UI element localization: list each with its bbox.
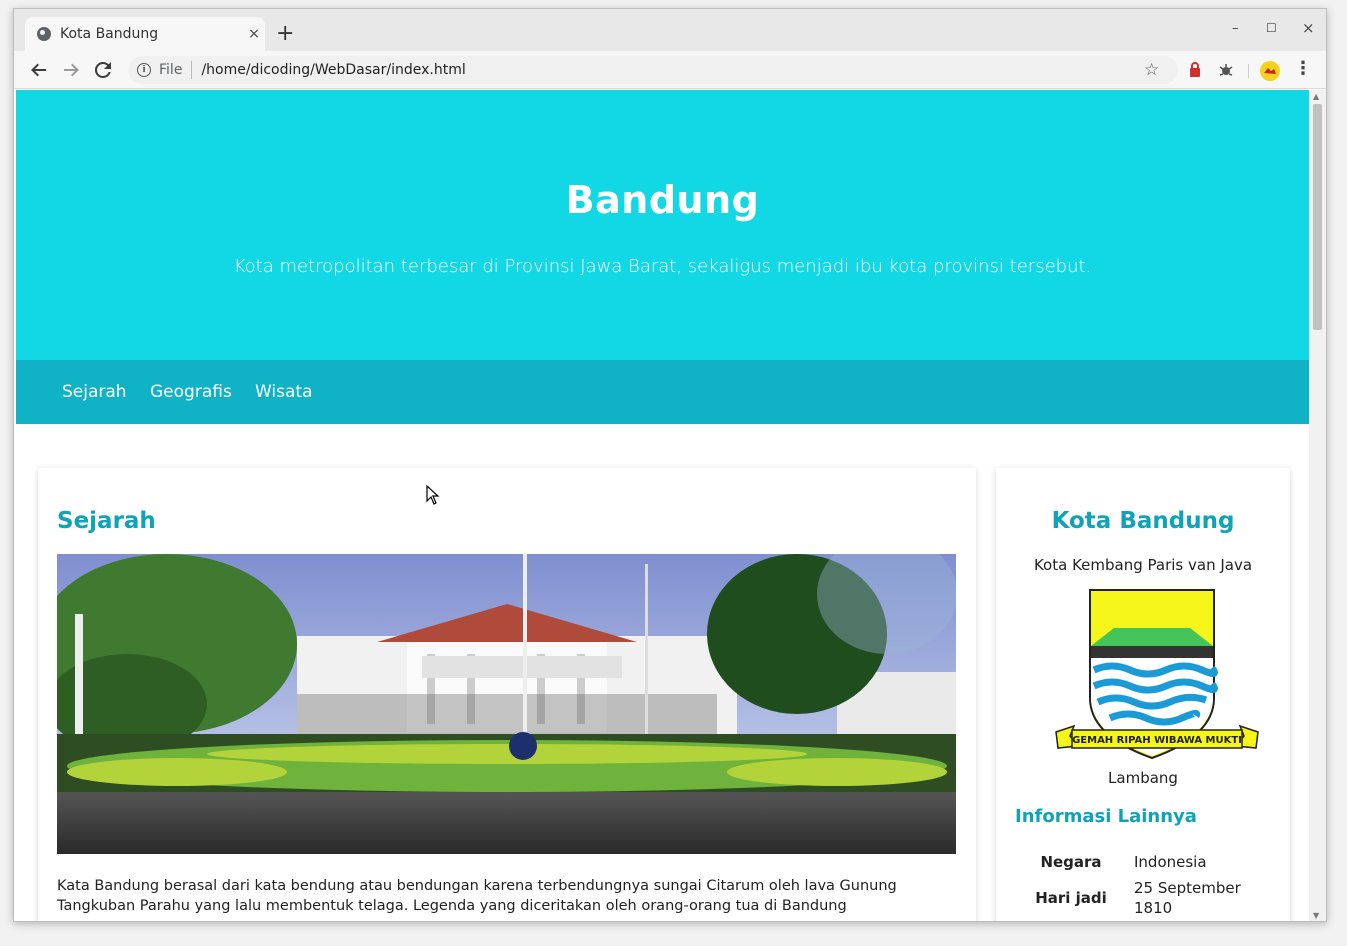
info-label: Hari jadi [1035, 889, 1107, 907]
back-arrow-icon [31, 63, 46, 77]
info-value: 25 September 1810 [1134, 879, 1241, 917]
toolbar-divider [1248, 64, 1249, 78]
emblem-caption: Lambang [1108, 769, 1178, 787]
globe-icon [37, 27, 51, 41]
mouse-cursor-icon [426, 485, 440, 505]
hero-banner: Bandung Kota metropolitan terbesar di Pr… [16, 90, 1309, 360]
sidebar-heading: Kota Bandung [1051, 508, 1235, 534]
bookmark-star-icon[interactable]: ☆ [1144, 60, 1159, 80]
minimize-button[interactable]: – [1232, 21, 1239, 36]
table-row: Hari jadi 25 September 1810 [1026, 878, 1266, 921]
forward-arrow-icon [64, 63, 79, 77]
info-heading: Informasi Lainnya [1015, 806, 1197, 827]
browser-toolbar: i File /home/dicoding/WebDasar/index.htm… [14, 51, 1326, 89]
svg-text:GEMAH RIPAH WIBAWA MUKTI: GEMAH RIPAH WIBAWA MUKTI [1072, 735, 1242, 746]
extension-bug-icon[interactable] [1217, 61, 1235, 79]
table-row: Negara Indonesia [1026, 852, 1266, 878]
divider [191, 61, 193, 79]
section-heading: Sejarah [57, 508, 156, 534]
content-card: Sejarah Kata Bandung berasal dari kata b… [38, 468, 976, 921]
nav-item-geografis[interactable]: Geografis [150, 382, 232, 402]
scheme-label: File [159, 62, 183, 78]
profile-sidebar: Kota Bandung Kota Kembang Paris van Java… [996, 468, 1290, 921]
browser-menu-icon[interactable]: ⋮ [1294, 60, 1312, 78]
city-emblem: GEMAH RIPAH WIBAWA MUKTI [1054, 586, 1260, 764]
address-bar[interactable]: i File /home/dicoding/WebDasar/index.htm… [128, 56, 1178, 84]
new-tab-button[interactable]: + [276, 23, 294, 45]
forward-button[interactable] [58, 57, 84, 83]
gedung-sate-photo [57, 554, 956, 854]
profile-avatar[interactable] [1260, 61, 1280, 81]
window-close-button[interactable]: × [1302, 19, 1315, 37]
tab-bar: Kota Bandung × + – ☐ × [14, 9, 1326, 51]
nav-item-sejarah[interactable]: Sejarah [62, 382, 127, 402]
nav-item-wisata[interactable]: Wisata [255, 382, 313, 402]
city-tagline: Kota Kembang Paris van Java [1033, 556, 1253, 574]
page-subtitle: Kota metropolitan terbesar di Provinsi J… [233, 256, 1092, 277]
browser-window: Kota Bandung × + – ☐ × i File /home/dico… [13, 8, 1327, 922]
extension-lastpass-icon[interactable] [1186, 61, 1204, 79]
reload-button[interactable] [90, 57, 116, 83]
maximize-button[interactable]: ☐ [1266, 21, 1277, 35]
back-button[interactable] [26, 57, 52, 83]
scroll-down-icon[interactable]: ▼ [1313, 911, 1319, 920]
scroll-thumb[interactable] [1313, 104, 1322, 330]
url-text[interactable]: /home/dicoding/WebDasar/index.html [201, 62, 465, 78]
tab-title: Kota Bandung [60, 26, 159, 42]
scroll-up-icon[interactable]: ▲ [1313, 92, 1319, 101]
info-icon[interactable]: i [137, 63, 151, 77]
reload-icon [95, 62, 111, 78]
page-scrollbar[interactable]: ▲ ▼ [1309, 90, 1326, 921]
page-title: Bandung [565, 178, 760, 222]
info-value: Indonesia [1134, 853, 1207, 871]
page-viewport: Bandung Kota metropolitan terbesar di Pr… [16, 90, 1309, 921]
main-nav: Sejarah Geografis Wisata [16, 360, 1309, 424]
info-label: Negara [1040, 853, 1102, 871]
tab-close-icon[interactable]: × [243, 26, 265, 42]
history-paragraph: Kata Bandung berasal dari kata bendung a… [57, 878, 897, 914]
browser-tab[interactable]: Kota Bandung × [25, 17, 265, 51]
info-table: Negara Indonesia Hari jadi 25 September … [1026, 852, 1266, 921]
